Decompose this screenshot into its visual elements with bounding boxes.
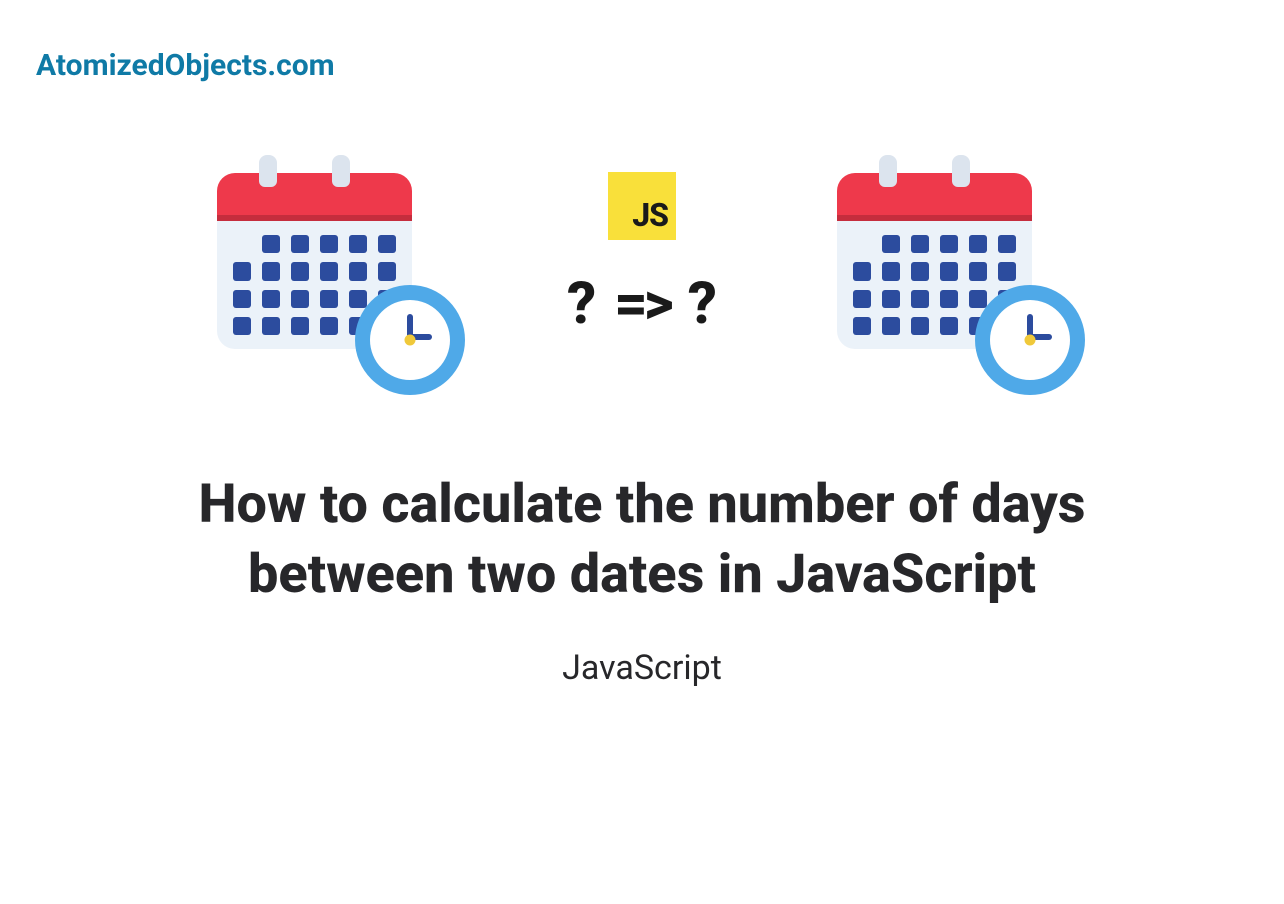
javascript-badge-icon: JS	[608, 172, 676, 240]
question-left: ?	[567, 270, 596, 338]
arrow-expression: ? => ?	[567, 270, 717, 338]
js-badge-text: JS	[632, 196, 668, 234]
calendar-clock-left	[217, 155, 447, 385]
question-right: ?	[688, 270, 717, 338]
site-name: AtomizedObjects.com	[36, 48, 335, 83]
hero-illustration: JS ? => ?	[217, 155, 1067, 385]
arrow-icon: =>	[614, 270, 670, 338]
clock-icon	[355, 285, 465, 395]
clock-icon	[975, 285, 1085, 395]
calendar-clock-right	[837, 155, 1067, 385]
middle-section: JS ? => ?	[567, 172, 717, 338]
page-subtitle: JavaScript	[562, 648, 722, 688]
page-title: How to calculate the number of days betw…	[117, 470, 1167, 610]
